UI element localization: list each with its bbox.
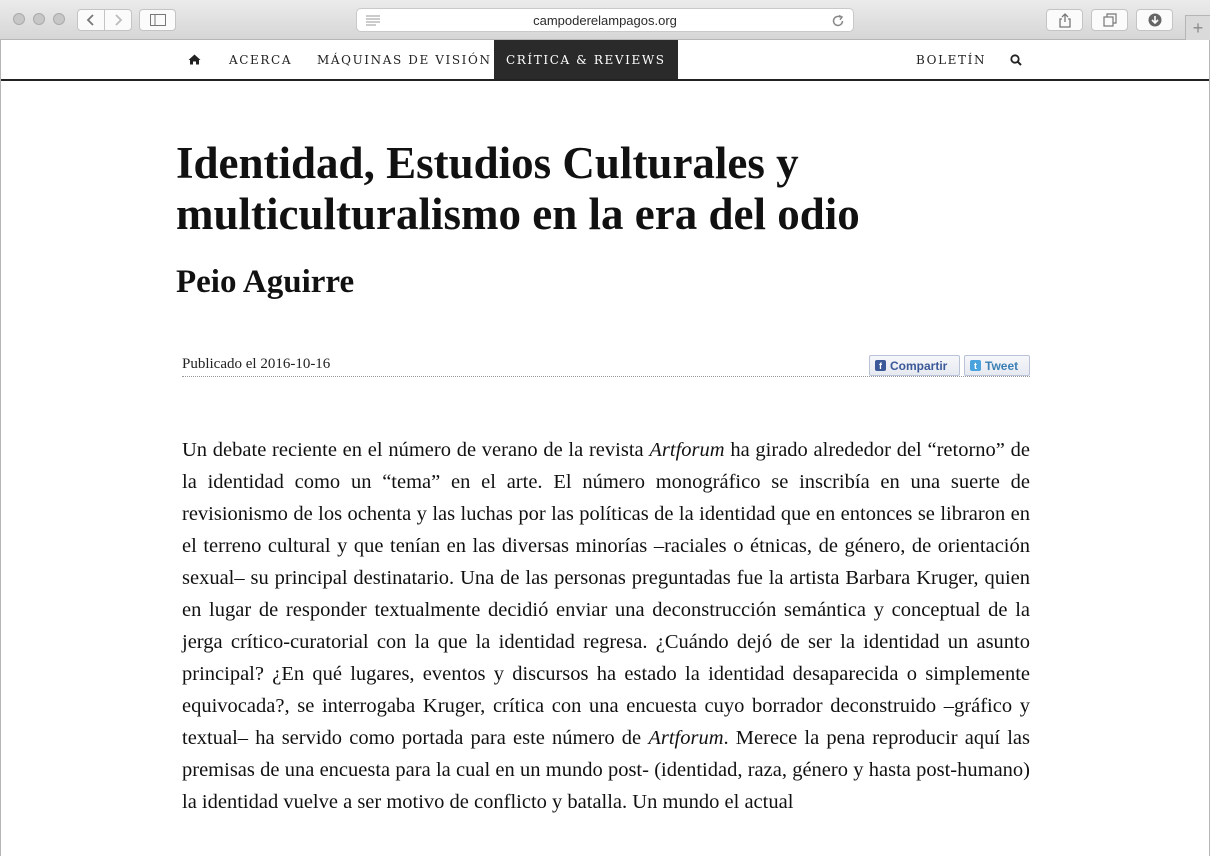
reload-icon[interactable]: [831, 14, 845, 28]
chevron-left-icon: [86, 14, 94, 26]
close-window-button[interactable]: [13, 13, 25, 25]
tweet-button[interactable]: t Tweet: [964, 355, 1030, 376]
nav-item-maquinas-de-vision[interactable]: MÁQUINAS DE VISIÓN: [317, 40, 492, 79]
tabs-icon: [1102, 13, 1117, 27]
publish-date: Publicado el 2016-10-16: [182, 356, 331, 372]
article-title: Identidad, Estudios Culturales y multicu…: [176, 138, 860, 239]
facebook-icon: f: [875, 360, 886, 371]
article-paragraph: Un debate reciente en el número de veran…: [182, 434, 1030, 818]
url-text: campoderelampagos.org: [533, 13, 677, 28]
publication-name: Artforum: [649, 439, 725, 461]
facebook-share-label: Compartir: [890, 358, 948, 373]
history-nav: [77, 9, 132, 31]
nav-item-critica-reviews[interactable]: CRÍTICA & REVIEWS: [494, 40, 678, 79]
tweet-label: Tweet: [985, 358, 1019, 373]
downloads-button[interactable]: [1136, 9, 1173, 31]
body-text: ha girado alrededor del “retorno” de la …: [182, 439, 1030, 749]
minimize-window-button[interactable]: [33, 13, 45, 25]
zoom-window-button[interactable]: [53, 13, 65, 25]
home-icon: [188, 54, 201, 65]
sidebar-icon: [149, 14, 166, 26]
nav-item-boletin[interactable]: BOLETÍN: [916, 40, 986, 79]
chevron-right-icon: [115, 14, 123, 26]
download-icon: [1148, 13, 1161, 27]
body-text: Un debate reciente en el número de veran…: [182, 439, 650, 461]
share-button[interactable]: [1046, 9, 1083, 31]
article-meta: Publicado el 2016-10-16 f Compartir t Tw…: [182, 353, 1030, 377]
browser-toolbar: campoderelampagos.org +: [0, 0, 1210, 40]
plus-icon: +: [1192, 17, 1204, 38]
twitter-icon: t: [970, 360, 981, 371]
site-navigation: ACERCA MÁQUINAS DE VISIÓN CRÍTICA & REVI…: [1, 40, 1209, 81]
search-button[interactable]: [1010, 40, 1022, 79]
search-icon: [1010, 53, 1022, 66]
back-button[interactable]: [78, 10, 104, 30]
article-body: Un debate reciente en el número de veran…: [182, 434, 1030, 818]
address-bar[interactable]: campoderelampagos.org: [356, 8, 854, 32]
sidebar-button[interactable]: [139, 9, 176, 31]
share-icon: [1058, 12, 1071, 28]
nav-item-acerca[interactable]: ACERCA: [229, 40, 292, 79]
web-page: ACERCA MÁQUINAS DE VISIÓN CRÍTICA & REVI…: [0, 40, 1210, 856]
facebook-share-button[interactable]: f Compartir: [869, 355, 960, 376]
home-link[interactable]: [188, 40, 201, 79]
publication-name: Artforum: [648, 727, 724, 749]
article-author: Peio Aguirre: [176, 264, 355, 300]
forward-button[interactable]: [104, 10, 131, 30]
new-tab-button[interactable]: +: [1185, 15, 1210, 40]
tabs-overview-button[interactable]: [1091, 9, 1128, 31]
